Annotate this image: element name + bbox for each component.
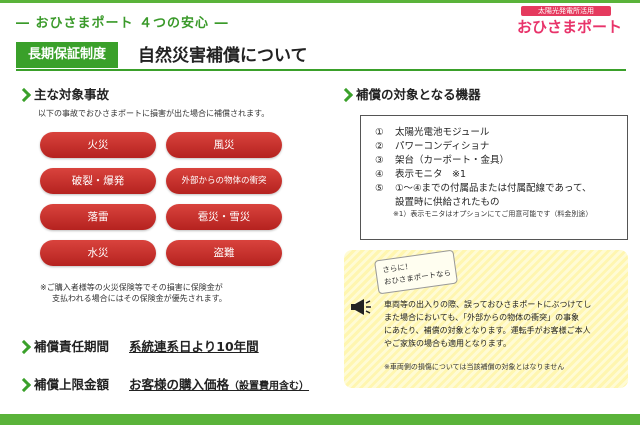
sarani-line-1: 車両等の出入りの際、誤っておひさまポートにぶつけてし	[384, 300, 592, 309]
equipment-heading: 補償の対象となる機器	[340, 84, 481, 103]
accident-theft: 盗難	[166, 240, 282, 266]
logo-tagline: 太陽光発電所活用	[521, 6, 611, 16]
sarani-line-4: やご家族の場合も適用となります。	[384, 339, 511, 348]
equipment-footnote: ※1）表示モニタはオプションにてご用意可能です（料金別途）	[393, 210, 593, 218]
header-subtitle: ― おひさまポート ４つの安心 ―	[16, 16, 229, 31]
accidents-heading-label: 主な対象事故	[34, 87, 110, 102]
sarani-line-3: にあたり、補償の対象となります。運転手がお客様ご本人	[384, 326, 591, 335]
logo-name: おひさまポート	[517, 18, 623, 36]
sarani-line-2: また場合においても、「外部からの物体の衝突」の事象	[384, 313, 580, 322]
chevron-right-icon	[18, 88, 30, 100]
accident-explosion: 破裂・爆発	[40, 168, 156, 194]
accident-hail-snow: 雹災・雪災	[166, 204, 282, 230]
accidents-note-2: 支払われる場合にはその保険金が優先されます。	[52, 294, 227, 303]
chevron-right-icon	[18, 378, 30, 390]
page-title: 自然災害補償について	[138, 46, 308, 66]
equipment-heading-label: 補償の対象となる機器	[356, 87, 481, 102]
title-badge: 長期保証制度	[16, 42, 118, 68]
accidents-heading: 主な対象事故	[18, 84, 109, 103]
top-accent-line	[0, 0, 640, 3]
title-underline	[16, 69, 626, 71]
equipment-item: ② パワーコンディショナ	[375, 141, 490, 152]
accident-wind: 風災	[166, 132, 282, 158]
equipment-item: ④ 表示モニタ ※1	[375, 169, 467, 180]
limit-value: お客様の購入価格（設置費用含む）	[129, 377, 309, 392]
accident-fire: 火災	[40, 132, 156, 158]
accident-flood: 水災	[40, 240, 156, 266]
accidents-intro: 以下の事故でおひさまポートに損害が出た場合に補償されます。	[38, 109, 270, 118]
accidents-note-1: ※ご購入者様等の火災保険等でその損害に保険金が	[40, 283, 223, 292]
period-value: 系統連系日より10年間	[129, 339, 259, 354]
limit-value-small: （設置費用含む）	[229, 381, 310, 392]
accident-collision: 外部からの物体の衝突	[166, 168, 282, 194]
period-row: 補償責任期間 系統連系日より10年間	[18, 336, 259, 355]
equipment-item: ① 太陽光電池モジュール	[375, 127, 490, 138]
limit-row: 補償上限金額 お客様の購入価格（設置費用含む）	[18, 374, 309, 393]
equipment-box: ① 太陽光電池モジュール ② パワーコンディショナ ③ 架台（カーポート・金具） ④表…	[360, 115, 628, 240]
chevron-right-icon	[18, 340, 30, 352]
bottom-accent-line	[0, 414, 640, 425]
limit-value-main: お客様の購入価格	[129, 377, 230, 392]
brand-logo: 太陽光発電所活用 おひさまポート	[517, 6, 632, 36]
chevron-right-icon	[340, 88, 352, 100]
equipment-item: ⑤ ①～④までの付属品または付属配線であって、	[375, 183, 592, 194]
accident-lightning: 落雷	[40, 204, 156, 230]
equipment-item: ③ 架台（カーポート・金具）	[375, 155, 510, 166]
limit-heading: 補償上限金額	[34, 377, 110, 392]
sarani-note: ※車両側の損傷については当該補償の対象とはなりません	[384, 363, 565, 371]
period-heading: 補償責任期間	[34, 339, 110, 354]
equipment-item-continuation: 設置時に供給されたもの	[395, 197, 500, 208]
megaphone-icon	[351, 299, 371, 315]
